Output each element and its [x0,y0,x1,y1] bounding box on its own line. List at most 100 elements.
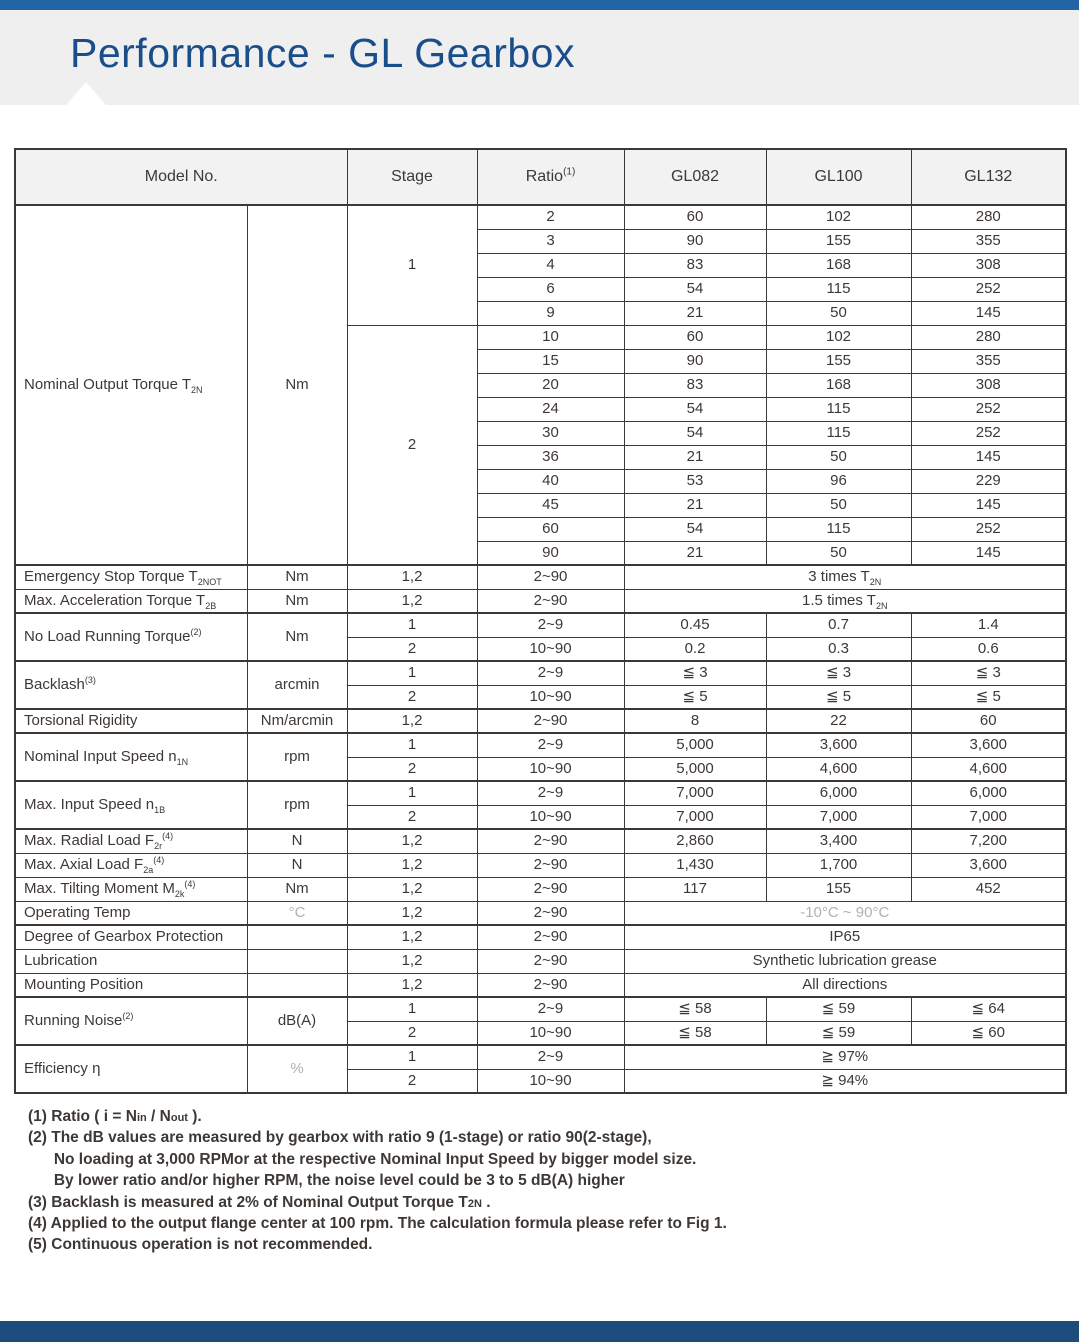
backlash-ratio: 2~9 [477,661,624,685]
running-noise-unit: dB(A) [247,997,347,1045]
nominal-output-torque-value-gl100: 50 [766,445,911,469]
nominal-output-torque-value-gl082: 21 [624,445,766,469]
nominal-output-torque-value-gl100: 50 [766,493,911,517]
no-load-running-torque-ratio: 10~90 [477,637,624,661]
max-axial-load-ratio: 2~90 [477,853,624,877]
max-axial-load-row: Max. Axial Load F2a(4)N1,22~901,4301,700… [15,853,1066,877]
header-band: Performance - GL Gearbox [0,10,1079,105]
emergency-stop-torque-label: Emergency Stop Torque T2NOT [15,565,247,589]
nominal-output-torque-value-gl132: 252 [911,517,1066,541]
col-header-model-no: Model No. [15,149,347,205]
max-axial-load-stage: 1,2 [347,853,477,877]
no-load-running-torque-value-gl132: 0.6 [911,637,1066,661]
backlash-label: Backlash(3) [15,661,247,709]
backlash-value-gl132: ≦ 5 [911,685,1066,709]
nominal-output-torque-value-gl082: 90 [624,349,766,373]
bottom-accent-bar [0,1321,1079,1342]
gearbox-protection-unit [247,925,347,949]
nominal-input-speed-label: Nominal Input Speed n1N [15,733,247,781]
nominal-output-torque-stage: 1 [347,205,477,325]
nominal-output-torque-ratio: 9 [477,301,624,325]
emergency-stop-torque-stage: 1,2 [347,565,477,589]
backlash-stage: 2 [347,685,477,709]
nominal-output-torque-value-gl132: 308 [911,253,1066,277]
nominal-input-speed-value-gl132: 3,600 [911,733,1066,757]
nominal-output-torque-value-gl132: 308 [911,373,1066,397]
nominal-output-torque-ratio: 10 [477,325,624,349]
max-tilting-moment-unit: Nm [247,877,347,901]
max-radial-load-value-gl100: 3,400 [766,829,911,853]
torsional-rigidity-value-gl100: 22 [766,709,911,733]
no-load-running-torque-value-gl100: 0.7 [766,613,911,637]
gearbox-protection-stage: 1,2 [347,925,477,949]
col-header-ratio-label: Ratio [526,168,563,185]
backlash-value-gl132: ≦ 3 [911,661,1066,685]
no-load-running-torque-value-gl082: 0.45 [624,613,766,637]
nominal-output-torque-value-gl082: 21 [624,301,766,325]
torsional-rigidity-stage: 1,2 [347,709,477,733]
lubrication-label: Lubrication [15,949,247,973]
max-input-speed-stage: 1 [347,781,477,805]
no-load-running-torque-label: No Load Running Torque(2) [15,613,247,661]
nominal-output-torque-ratio: 30 [477,421,624,445]
no-load-running-torque-value-gl100: 0.3 [766,637,911,661]
backlash-value-gl082: ≦ 5 [624,685,766,709]
no-load-running-torque-stage: 1 [347,613,477,637]
nominal-output-torque-ratio: 45 [477,493,624,517]
max-acceleration-torque-row: Max. Acceleration Torque T2BNm1,22~901.5… [15,589,1066,613]
nominal-input-speed-unit: rpm [247,733,347,781]
efficiency-row: Efficiency η%12~9≧ 97% [15,1045,1066,1069]
backlash-row: Backlash(3)arcmin12~9≦ 3≦ 3≦ 3 [15,661,1066,685]
footnote-line: By lower ratio and/or higher RPM, the no… [28,1170,1051,1191]
footnote-line: (5) Continuous operation is not recommen… [28,1234,1051,1255]
max-axial-load-label: Max. Axial Load F2a(4) [15,853,247,877]
nominal-output-torque-ratio: 90 [477,541,624,565]
nominal-output-torque-value-gl082: 60 [624,325,766,349]
nominal-output-torque-value-gl082: 54 [624,517,766,541]
torsional-rigidity-label: Torsional Rigidity [15,709,247,733]
nominal-output-torque-value-gl082: 54 [624,397,766,421]
nominal-output-torque-ratio: 60 [477,517,624,541]
nominal-output-torque-ratio: 4 [477,253,624,277]
nominal-output-torque-ratio: 24 [477,397,624,421]
max-tilting-moment-ratio: 2~90 [477,877,624,901]
lubrication-ratio: 2~90 [477,949,624,973]
max-input-speed-value-gl082: 7,000 [624,805,766,829]
torsional-rigidity-value-gl082: 8 [624,709,766,733]
footnote-line: (2) The dB values are measured by gearbo… [28,1127,1051,1148]
running-noise-value-gl082: ≦ 58 [624,1021,766,1045]
nominal-output-torque-value-gl082: 83 [624,373,766,397]
nominal-output-torque-ratio: 6 [477,277,624,301]
mounting-position-ratio: 2~90 [477,973,624,997]
table-header-row: Model No. Stage Ratio(1) GL082 GL100 GL1… [15,149,1066,205]
max-acceleration-torque-value: 1.5 times T2N [624,589,1066,613]
nominal-output-torque-ratio: 36 [477,445,624,469]
nominal-output-torque-ratio: 3 [477,229,624,253]
footnote-line: (3) Backlash is measured at 2% of Nomina… [28,1192,1051,1213]
mounting-position-label: Mounting Position [15,973,247,997]
efficiency-value: ≧ 94% [624,1069,1066,1093]
operating-temp-label: Operating Temp [15,901,247,925]
backlash-ratio: 10~90 [477,685,624,709]
nominal-output-torque-value-gl132: 145 [911,301,1066,325]
emergency-stop-torque-unit: Nm [247,565,347,589]
no-load-running-torque-stage: 2 [347,637,477,661]
max-tilting-moment-stage: 1,2 [347,877,477,901]
nominal-output-torque-value-gl100: 102 [766,325,911,349]
nominal-output-torque-value-gl100: 102 [766,205,911,229]
backlash-value-gl100: ≦ 5 [766,685,911,709]
col-header-stage: Stage [347,149,477,205]
max-input-speed-value-gl100: 7,000 [766,805,911,829]
max-radial-load-ratio: 2~90 [477,829,624,853]
efficiency-ratio: 10~90 [477,1069,624,1093]
nominal-output-torque-value-gl132: 145 [911,493,1066,517]
operating-temp-unit: °C [247,901,347,925]
max-acceleration-torque-ratio: 2~90 [477,589,624,613]
max-input-speed-stage: 2 [347,805,477,829]
max-input-speed-value-gl132: 6,000 [911,781,1066,805]
page-title: Performance - GL Gearbox [0,10,1079,77]
nominal-input-speed-value-gl082: 5,000 [624,757,766,781]
nominal-input-speed-ratio: 2~9 [477,733,624,757]
nominal-output-torque-value-gl100: 168 [766,253,911,277]
max-tilting-moment-value-gl082: 117 [624,877,766,901]
